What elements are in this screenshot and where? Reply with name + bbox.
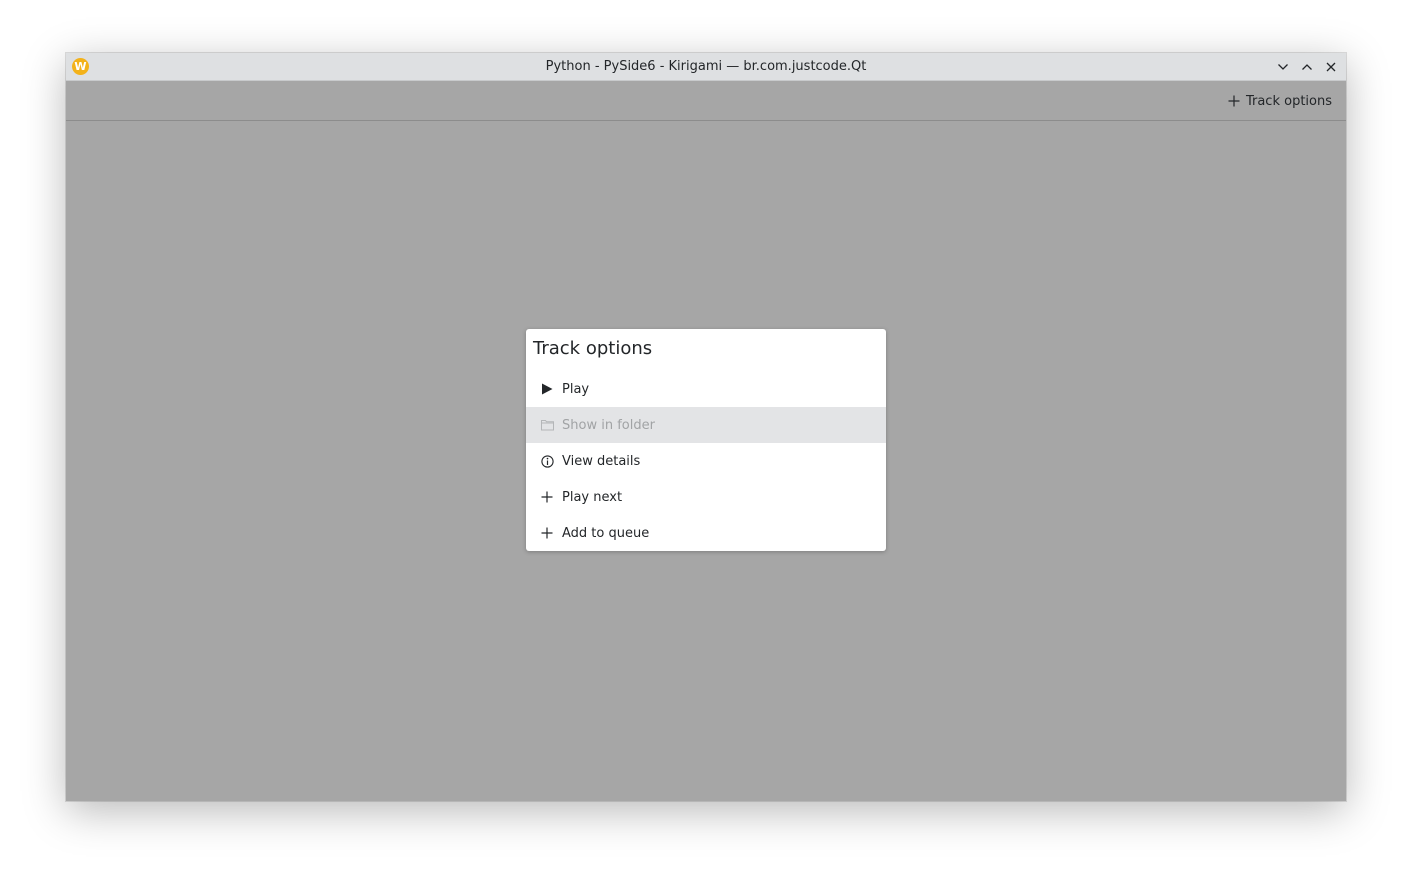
info-icon bbox=[540, 454, 554, 468]
track-options-button[interactable]: Track options bbox=[1228, 91, 1332, 111]
menu-item-play-next[interactable]: Play next bbox=[526, 479, 886, 515]
play-icon bbox=[540, 382, 554, 396]
window-title: Python - PySide6 - Kirigami — br.com.jus… bbox=[545, 59, 867, 74]
dialog-title: Track options bbox=[533, 338, 653, 359]
title-bar[interactable]: W Python - PySide6 - Kirigami — br.com.j… bbox=[66, 53, 1346, 81]
plus-icon bbox=[540, 490, 554, 504]
menu-item-view-details[interactable]: View details bbox=[526, 443, 886, 479]
menu-item-show-in-folder[interactable]: Show in folder bbox=[526, 407, 886, 443]
header-toolbar: Track options bbox=[66, 81, 1346, 121]
menu-item-label: Play next bbox=[562, 489, 623, 505]
folder-icon bbox=[540, 418, 554, 432]
track-options-dialog: Track options Play Show in folder View d… bbox=[526, 329, 886, 551]
plus-icon bbox=[1228, 95, 1240, 107]
menu-item-play[interactable]: Play bbox=[526, 371, 886, 407]
maximize-button[interactable] bbox=[1298, 58, 1316, 76]
minimize-button[interactable] bbox=[1274, 58, 1292, 76]
menu-item-label: View details bbox=[562, 453, 641, 469]
close-icon bbox=[1326, 62, 1336, 72]
menu-item-label: Add to queue bbox=[562, 525, 650, 541]
track-options-label: Track options bbox=[1245, 93, 1332, 109]
chevron-up-icon bbox=[1302, 64, 1312, 70]
close-button[interactable] bbox=[1322, 58, 1340, 76]
plus-icon bbox=[540, 526, 554, 540]
app-window: W Python - PySide6 - Kirigami — br.com.j… bbox=[66, 53, 1346, 801]
menu-item-add-to-queue[interactable]: Add to queue bbox=[526, 515, 886, 551]
menu-item-label: Play bbox=[562, 381, 590, 397]
menu-item-label: Show in folder bbox=[562, 417, 655, 433]
chevron-down-icon bbox=[1278, 64, 1288, 70]
